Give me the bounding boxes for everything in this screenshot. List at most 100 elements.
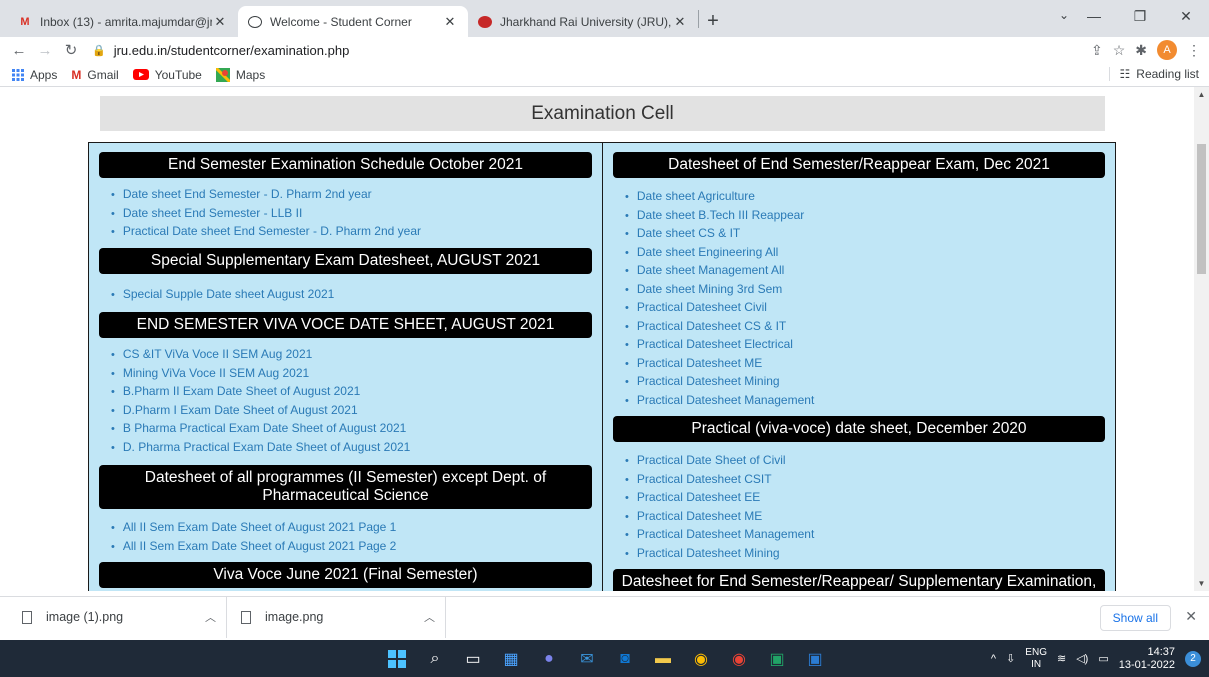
list-item[interactable]: B Pharma Practical Exam Date Sheet of Au… (111, 420, 602, 439)
list-item[interactable]: Date sheet Engineering All (625, 244, 1115, 263)
section-title: END SEMESTER VIVA VOCE DATE SHEET, AUGUS… (99, 312, 592, 338)
menu-icon[interactable]: ⋮ (1187, 42, 1201, 59)
list-item[interactable]: Date sheet End Semester - LLB II (111, 205, 602, 224)
excel-icon[interactable]: ▣ (765, 647, 789, 671)
file-icon (22, 610, 32, 624)
restore-button[interactable]: ❐ (1117, 0, 1163, 32)
windows-taskbar: ⌕ ▭ ▦ ● ✉ ◙ ▬ ◉ ◉ ▣ ▣ ^ ⇩ ENG IN ≋ ◁) ▭ … (0, 640, 1209, 677)
windows-start-icon[interactable] (385, 647, 409, 671)
outlook-icon[interactable]: ◙ (613, 647, 637, 671)
language-code: ENG (1025, 646, 1047, 658)
page-scrollbar[interactable]: ▲ ▼ (1194, 87, 1209, 591)
section-list: Date sheet End Semester - D. Pharm 2nd y… (89, 186, 602, 242)
list-item[interactable]: D. Pharma Practical Exam Date Sheet of A… (111, 439, 602, 458)
reading-list-label: Reading list (1136, 67, 1199, 81)
list-item[interactable]: Date sheet Agriculture (625, 188, 1115, 207)
list-item[interactable]: CS &IT ViVa Voce II SEM Aug 2021 (111, 346, 602, 365)
show-all-button[interactable]: Show all (1099, 605, 1171, 631)
list-item[interactable]: Special Supple Date sheet August 2021 (111, 286, 602, 305)
bookmark-gmail[interactable]: M Gmail (71, 68, 118, 82)
bookmark-youtube[interactable]: YouTube (132, 68, 202, 82)
tab-gmail[interactable]: M Inbox (13) - amrita.majumdar@jr ✕ (8, 6, 238, 37)
chrome-profile-icon[interactable]: ◉ (727, 647, 751, 671)
chevron-up-icon[interactable]: ^ (991, 653, 996, 665)
list-item[interactable]: Practical Datesheet ME (625, 355, 1115, 374)
list-item[interactable]: Date sheet Mining 3rd Sem (625, 281, 1115, 300)
battery-icon[interactable]: ▭ (1098, 652, 1108, 665)
reload-button[interactable]: ↻ (60, 41, 82, 59)
chrome-icon[interactable]: ◉ (689, 647, 713, 671)
list-item[interactable]: Mining ViVa Voce II SEM Aug 2021 (111, 365, 602, 384)
task-view-icon[interactable]: ▭ (461, 647, 485, 671)
list-item[interactable]: Practical Datesheet Civil (625, 299, 1115, 318)
list-item[interactable]: Practical Date Sheet of Civil (625, 452, 1115, 471)
list-item[interactable]: Practical Datesheet Mining (625, 373, 1115, 392)
language-indicator[interactable]: ENG IN (1025, 647, 1047, 671)
avatar[interactable]: A (1157, 40, 1177, 60)
list-item[interactable]: B.Pharm II Exam Date Sheet of August 202… (111, 383, 602, 402)
list-item[interactable]: Practical Datesheet Management (625, 392, 1115, 411)
list-item[interactable]: D.Pharm I Exam Date Sheet of August 2021 (111, 402, 602, 421)
bookmarks-bar: Apps M Gmail YouTube Maps ☷ Reading list (0, 63, 1209, 87)
extensions-icon[interactable]: ✱ (1135, 42, 1147, 59)
download-item[interactable]: image (1).png ︿ (22, 596, 227, 638)
chevron-up-icon[interactable]: ︿ (205, 609, 216, 625)
list-item[interactable]: Date sheet Management All (625, 262, 1115, 281)
teams-chat-icon[interactable]: ● (537, 647, 561, 671)
close-window-button[interactable]: ✕ (1163, 0, 1209, 32)
list-item[interactable]: Practical Datesheet ME (625, 508, 1115, 527)
apps-grid-icon (12, 68, 24, 81)
list-item[interactable]: Practical Datesheet Management (625, 526, 1115, 545)
search-icon[interactable]: ⌕ (423, 647, 447, 671)
back-button[interactable]: ← (8, 42, 30, 59)
window-controls: — ❐ ✕ (1071, 0, 1209, 32)
usb-icon[interactable]: ⇩ (1006, 652, 1015, 665)
tab-search-icon[interactable]: ⌄ (1059, 8, 1069, 22)
list-item[interactable]: Practical Datesheet CSIT (625, 471, 1115, 490)
notification-badge[interactable]: 2 (1185, 650, 1201, 667)
section-list: Date sheet Agriculture Date sheet B.Tech… (603, 188, 1115, 410)
list-item[interactable]: Practical Datesheet CS & IT (625, 318, 1115, 337)
list-item[interactable]: Date sheet CS & IT (625, 225, 1115, 244)
word-icon[interactable]: ▣ (803, 647, 827, 671)
volume-icon[interactable]: ◁) (1076, 652, 1088, 665)
forward-button[interactable]: → (34, 42, 56, 59)
bookmark-maps[interactable]: Maps (215, 67, 265, 82)
new-tab-button[interactable]: + (699, 6, 727, 37)
scroll-down-icon[interactable]: ▼ (1194, 579, 1209, 588)
list-item[interactable]: Practical Datesheet Mining (625, 545, 1115, 564)
downloads-bar: image (1).png ︿ image.png ︿ Show all ✕ (0, 596, 1209, 638)
close-icon[interactable]: ✕ (1185, 608, 1197, 625)
widgets-icon[interactable]: ▦ (499, 647, 523, 671)
clock[interactable]: 14:37 13-01-2022 (1119, 646, 1175, 672)
minimize-button[interactable]: — (1071, 0, 1117, 32)
close-icon[interactable]: ✕ (672, 14, 688, 30)
list-item[interactable]: All II Sem Exam Date Sheet of August 202… (111, 519, 602, 538)
lock-icon[interactable]: 🔒 (92, 44, 106, 57)
address-bar[interactable]: 🔒 jru.edu.in/studentcorner/examination.p… (86, 37, 1091, 63)
download-item[interactable]: image.png ︿ (241, 596, 446, 638)
chevron-up-icon[interactable]: ︿ (424, 609, 435, 625)
mail-icon[interactable]: ✉ (575, 647, 599, 671)
list-item[interactable]: All II Sem Exam Date Sheet of August 202… (111, 538, 602, 557)
scroll-up-icon[interactable]: ▲ (1194, 90, 1209, 99)
close-icon[interactable]: ✕ (442, 14, 458, 30)
list-item[interactable]: Practical Datesheet EE (625, 489, 1115, 508)
section-title: Datesheet of End Semester/Reappear Exam,… (613, 152, 1105, 178)
tab-student-corner[interactable]: Welcome - Student Corner ✕ (238, 6, 468, 37)
list-item[interactable]: Date sheet B.Tech III Reappear (625, 207, 1115, 226)
scrollbar-thumb[interactable] (1197, 144, 1206, 274)
page-viewport: Examination Cell End Semester Examinatio… (0, 87, 1209, 591)
bookmark-apps[interactable]: Apps (12, 68, 57, 82)
close-icon[interactable]: ✕ (212, 14, 228, 30)
tab-jru[interactable]: Jharkhand Rai University (JRU), R ✕ (468, 6, 698, 37)
list-item[interactable]: Date sheet End Semester - D. Pharm 2nd y… (111, 186, 602, 205)
bookmark-star-icon[interactable]: ☆ (1113, 42, 1126, 59)
list-item[interactable]: Practical Datesheet Electrical (625, 336, 1115, 355)
list-item[interactable]: Practical Date sheet End Semester - D. P… (111, 223, 602, 242)
reading-list-button[interactable]: ☷ Reading list (1108, 67, 1199, 81)
share-icon[interactable]: ⇪ (1091, 42, 1103, 59)
tab-title: Welcome - Student Corner (270, 14, 412, 29)
wifi-icon[interactable]: ≋ (1057, 652, 1066, 665)
file-explorer-icon[interactable]: ▬ (651, 647, 675, 671)
